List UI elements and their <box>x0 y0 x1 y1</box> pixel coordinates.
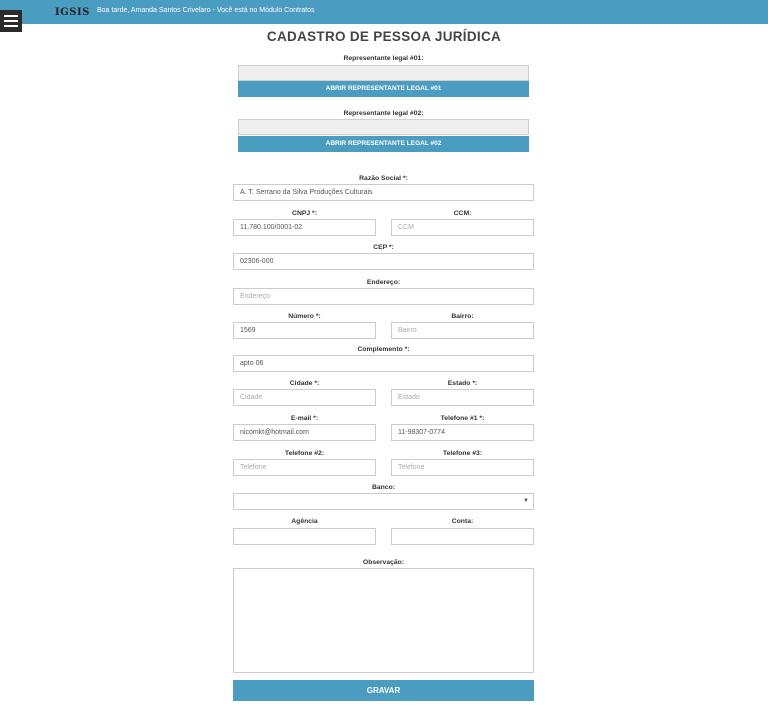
agencia-input[interactable] <box>233 528 376 545</box>
estado-label: Estado *: <box>447 380 478 387</box>
razao-social-label: Razão Social *: <box>359 175 408 182</box>
rep2-display <box>238 119 529 135</box>
banco-label: Banco: <box>371 484 396 491</box>
endereco-label: Endereço: <box>366 279 401 286</box>
ccm-label: CCM: <box>453 210 472 217</box>
open-rep1-button[interactable]: ABRIR REPRESENTANTE LEGAL #01 <box>238 81 529 97</box>
endereco-input[interactable]: Endereço <box>233 288 534 305</box>
observacao-textarea[interactable] <box>233 568 534 673</box>
telefone2-label: Telefone #2: <box>284 450 325 457</box>
page-title: CADASTRO DE PESSOA JURÍDICA <box>266 29 502 44</box>
complemento-input[interactable]: apto 06 <box>233 355 534 372</box>
chevron-down-icon: ▼ <box>523 498 529 504</box>
rep1-label: Representante legal #01: <box>343 55 424 62</box>
razao-social-input[interactable]: A. T. Serrano da Silva Produções Cultura… <box>233 184 534 201</box>
banco-select[interactable]: ▼ <box>233 493 534 510</box>
cep-label: CEP *: <box>373 244 394 251</box>
complemento-label: Complemento *: <box>357 346 410 353</box>
cnpj-input[interactable]: 11.780.100/0001-02 <box>233 219 376 236</box>
menu-icon[interactable] <box>0 10 22 32</box>
estado-input[interactable]: Estado <box>391 389 534 406</box>
igsis-logo: IGSIS <box>55 7 90 18</box>
email-input[interactable]: nicomkt@hotmail.com <box>233 424 376 441</box>
bairro-label: Bairro: <box>451 313 474 320</box>
bairro-input[interactable]: Bairro <box>391 322 534 339</box>
telefone3-input[interactable]: Telefone <box>391 459 534 476</box>
rep1-display <box>238 65 529 81</box>
open-rep2-button[interactable]: ABRIR REPRESENTANTE LEGAL #02 <box>238 136 529 152</box>
cidade-input[interactable]: Cidade <box>233 389 376 406</box>
conta-input[interactable] <box>391 528 534 545</box>
top-bar: IGSIS Boa tarde, Amanda Santos Crivelaro… <box>0 0 768 24</box>
numero-input[interactable]: 1569 <box>233 322 376 339</box>
save-button[interactable]: GRAVAR <box>233 680 534 701</box>
cep-input[interactable]: 02306-000 <box>233 253 534 270</box>
telefone2-input[interactable]: Telefone <box>233 459 376 476</box>
numero-label: Número *: <box>288 313 321 320</box>
telefone1-label: Telefone #1 *: <box>440 415 485 422</box>
cidade-label: Cidade *: <box>289 380 320 387</box>
email-label: E-mail *: <box>290 415 319 422</box>
ccm-input[interactable]: CCM <box>391 219 534 236</box>
agencia-label: Agência <box>291 518 318 525</box>
rep2-label: Representante legal #02: <box>343 110 424 117</box>
observacao-label: Observação: <box>362 559 405 566</box>
telefone1-input[interactable]: 11-98307-0774 <box>391 424 534 441</box>
conta-label: Conta: <box>451 518 474 525</box>
telefone3-label: Telefone #3: <box>442 450 483 457</box>
cnpj-label: CNPJ *: <box>292 210 317 217</box>
greeting-text: Boa tarde, Amanda Santos Crivelaro - Voc… <box>97 7 315 14</box>
